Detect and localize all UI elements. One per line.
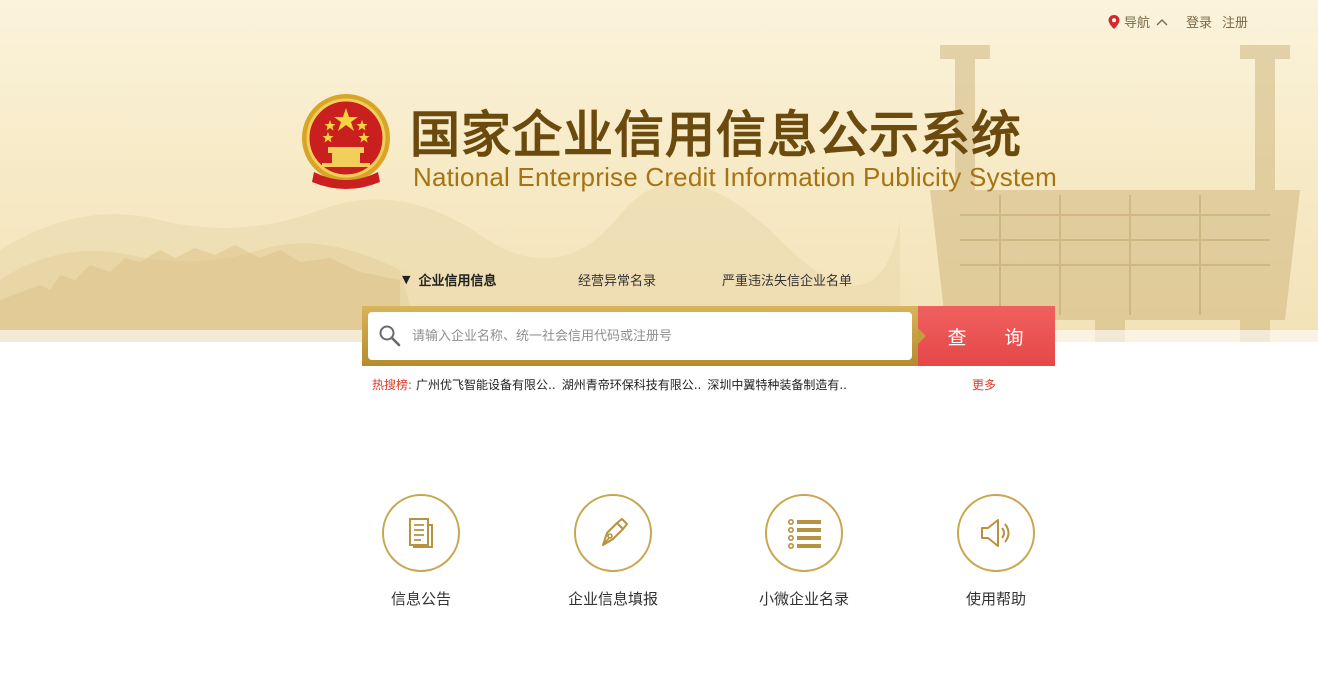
service-shortcuts: 信息公告 企业信息填报 小微企业名录 使用帮助	[0, 494, 1318, 614]
tab-label: 严重违法失信企业名单	[722, 274, 853, 289]
search-type-tabs: ▼ 企业信用信息 经营异常名录 严重违法失信企业名单	[402, 270, 852, 289]
search-bar	[362, 306, 918, 366]
register-link[interactable]: 注册	[1222, 12, 1248, 31]
national-emblem-logo	[302, 94, 390, 189]
service-icon-circle	[574, 494, 652, 572]
pen-icon	[602, 517, 629, 546]
service-label: 使用帮助	[965, 590, 1026, 608]
list-icon	[788, 519, 821, 549]
service-info-announcement[interactable]: 信息公告	[351, 494, 491, 609]
search-button[interactable]: 查 询	[918, 306, 1055, 366]
chevron-up-icon	[1156, 18, 1168, 25]
nav-label: 导航	[1123, 16, 1150, 31]
tab-abnormal-list[interactable]: 经营异常名录	[572, 270, 722, 289]
hot-search-item[interactable]: 广州优飞智能设备有限公..	[416, 376, 556, 393]
nav-menu-toggle[interactable]: 导航	[1108, 12, 1168, 31]
service-icon-circle	[957, 494, 1035, 572]
service-label: 企业信息填报	[567, 590, 658, 608]
button-notch	[918, 328, 926, 344]
service-enterprise-info-report[interactable]: 企业信息填报	[543, 494, 683, 609]
document-icon	[409, 518, 433, 548]
page-title-cn: 国家企业信用信息公示系统	[410, 106, 1022, 164]
tab-label: 经营异常名录	[578, 274, 657, 289]
search-icon	[379, 325, 401, 347]
service-label: 小微企业名录	[758, 590, 849, 608]
hot-search-item[interactable]: 湖州青帝环保科技有限公..	[562, 376, 702, 393]
search-input[interactable]	[412, 328, 882, 344]
tab-serious-violation-list[interactable]: 严重违法失信企业名单	[722, 270, 852, 289]
location-pin-icon	[1108, 14, 1120, 29]
login-link[interactable]: 登录	[1186, 12, 1212, 31]
hot-search-item[interactable]: 深圳中翼特种装备制造有..	[707, 376, 847, 393]
search-button-label: 查 询	[947, 326, 1040, 349]
speaker-icon	[981, 519, 1010, 547]
service-small-micro-list[interactable]: 小微企业名录	[734, 494, 874, 609]
service-icon-circle	[765, 494, 843, 572]
hot-search-label: 热搜榜:	[372, 378, 413, 392]
search-field-wrapper	[368, 312, 912, 360]
hot-search-list: 热搜榜: 广州优飞智能设备有限公.. 湖州青帝环保科技有限公.. 深圳中翼特种装…	[372, 376, 853, 393]
top-nav: 导航 登录 注册	[1098, 12, 1248, 31]
tab-enterprise-credit[interactable]: ▼ 企业信用信息	[402, 270, 572, 289]
page-title-en: National Enterprise Credit Information P…	[413, 162, 1057, 192]
caret-down-icon: ▼	[402, 273, 411, 286]
hero-banner: 导航 登录 注册 国家企业信用信息公示系统 National Enterpris…	[0, 0, 1318, 342]
tab-label: 企业信用信息	[418, 274, 497, 289]
hot-search-more-link[interactable]: 更多	[972, 376, 996, 393]
service-icon-circle	[382, 494, 460, 572]
service-help[interactable]: 使用帮助	[926, 494, 1066, 609]
service-label: 信息公告	[390, 590, 451, 608]
